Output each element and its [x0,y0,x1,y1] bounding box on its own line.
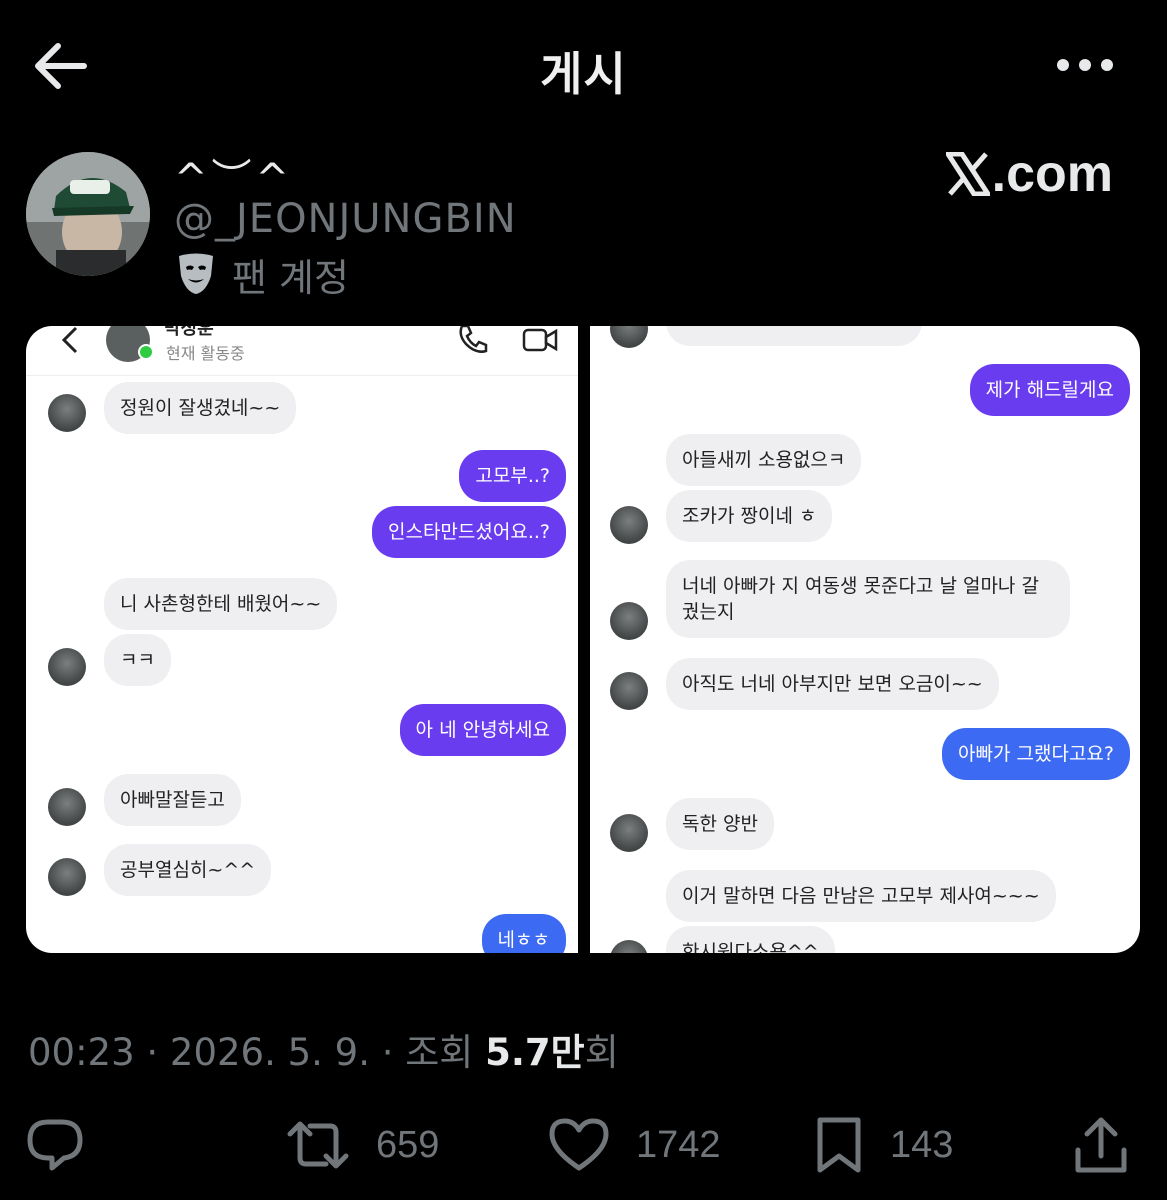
reply-button[interactable] [26,1110,110,1180]
video-call-icon [522,328,558,352]
message-bubble: 인스타만드셨어요..? [371,506,566,558]
contact-name: 박정훈 [164,326,214,339]
message-bubble: 아빠가 그랬다고요? [942,728,1130,780]
more-options-icon[interactable] [1055,52,1115,78]
phone-icon [459,326,488,353]
message-bubble-partial [666,326,922,346]
share-icon [1075,1117,1127,1173]
top-bar: 게시 [0,0,1167,130]
x-com-text: .com [991,145,1113,203]
contact-status: 현재 활동중 [166,344,245,363]
theater-mask-icon [179,253,213,294]
message-bubble: 아들새끼 소용없으ㅋ [666,434,862,486]
x-logo-icon [945,152,990,196]
message-bubble: 네ㅎㅎ [481,914,566,953]
sender-avatar [610,814,648,852]
post-timestamp: 00:23 · 2026. 5. 9. · 조회 [28,1031,486,1074]
message-bubble: 조카가 짱이네 ㅎ [666,490,833,542]
account-label: 팬 계정 [232,255,349,300]
message-bubble: 아 네 안녕하세요 [399,704,566,756]
account-label-row: 팬 계정 [176,250,349,300]
chat-screenshot-left[interactable]: 박정훈 현재 활동중 정원이 잘생겼네~~ 고모부..? 인스타만드셨어요..?… [26,326,578,953]
message-bubble: 독한 양반 [666,798,774,850]
message-bubble: 이거 말하면 다음 만남은 고모부 제사여~~~ [666,870,1056,922]
retweet-count: 659 [376,1123,440,1166]
sender-avatar [48,394,86,432]
message-bubble: ㅋㅋ [104,634,171,686]
action-bar: 659 1742 143 [0,1110,1167,1180]
sender-avatar [610,602,648,640]
page-title: 게시 [540,47,627,101]
bookmark-count: 143 [890,1123,954,1166]
message-bubble: 제가 해드릴게요 [969,364,1130,416]
message-bubble: 아직도 너네 아부지만 보면 오금이~~ [666,658,999,710]
like-count: 1742 [636,1123,721,1166]
bookmark-icon [817,1117,861,1173]
share-button[interactable] [1074,1110,1128,1180]
view-count-suffix: 회 [584,1031,619,1074]
chat-screenshot-right[interactable]: 제가 해드릴게요 아들새끼 소용없으ㅋ 조카가 짱이네 ㅎ 너네 아빠가 지 여… [590,326,1140,953]
sender-avatar [48,858,86,896]
view-count: 5.7만 [485,1031,585,1074]
x-com-watermark: .com [945,144,1113,204]
message-bubble: 한시원다소용^^ [666,926,835,953]
author-avatar[interactable] [26,152,150,276]
retweet-button[interactable]: 659 [286,1110,439,1180]
message-bubble: 고모부..? [459,450,566,502]
online-indicator [138,344,154,360]
sender-avatar [610,672,648,710]
message-bubble: 공부열심히~^^ [104,844,272,896]
chat-header: 박정훈 현재 활동중 [26,326,578,376]
sender-avatar [610,506,648,544]
post-meta: 00:23 · 2026. 5. 9. · 조회 5.7만회 [28,1022,619,1076]
sender-avatar [48,648,86,686]
sender-avatar [48,788,86,826]
heart-icon [549,1118,609,1171]
chevron-left-icon [61,326,78,354]
retweet-icon [287,1121,349,1169]
like-button[interactable]: 1742 [548,1110,721,1180]
message-bubble: 아빠말잘듣고 [104,774,241,826]
reply-icon [27,1119,83,1171]
author-handle[interactable]: @_JEONJUNGBIN [174,196,517,242]
message-bubble: 니 사촌형한테 배웠어~~ [104,578,338,630]
sender-avatar [610,326,648,348]
message-bubble: 정원이 잘생겼네~~ [104,382,297,434]
bookmark-button[interactable]: 143 [814,1110,953,1180]
message-bubble: 너네 아빠가 지 여동생 못준다고 날 얼마나 갈궜는지 [666,560,1070,638]
sender-avatar [610,940,648,953]
post-media[interactable]: 박정훈 현재 활동중 정원이 잘생겼네~~ 고모부..? 인스타만드셨어요..?… [26,326,1140,953]
